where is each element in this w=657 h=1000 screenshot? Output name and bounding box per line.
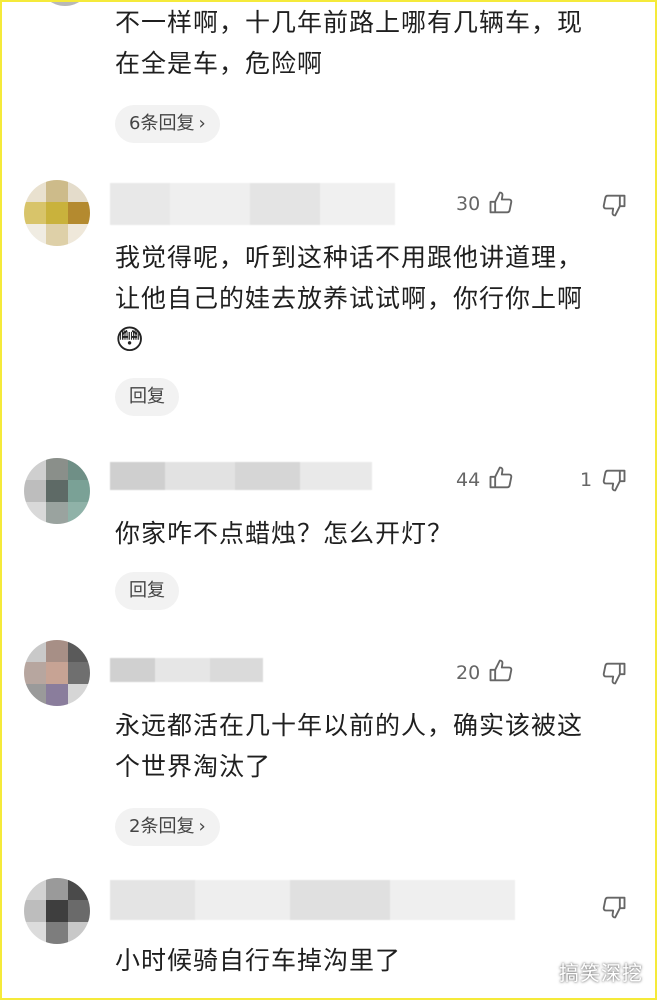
avatar[interactable] xyxy=(24,640,90,706)
replies-button[interactable]: 2条回复 › xyxy=(115,808,220,846)
watermark: 搞笑深挖 xyxy=(559,961,643,985)
thumbs-down-icon[interactable] xyxy=(600,893,628,921)
thumbs-up-icon[interactable] xyxy=(487,189,515,217)
comment-text: 你家咋不点蜡烛？怎么开灯？ xyxy=(115,519,454,548)
reply-label: 回复 xyxy=(129,386,165,407)
comment-text: 不一样啊，十几年前路上哪有几辆车，现 在全是车，危险啊 xyxy=(115,8,584,78)
chevron-right-icon: › xyxy=(198,113,206,134)
comment-text: 我觉得呢，听到这种话不用跟他讲道理， 让他自己的娃去放养试试啊，你行你上啊 xyxy=(115,243,584,313)
thumbs-up-icon[interactable] xyxy=(487,657,515,685)
username-redacted[interactable] xyxy=(110,880,515,920)
thumbs-down-icon[interactable] xyxy=(600,466,628,494)
thumbs-down-icon[interactable] xyxy=(600,191,628,219)
replies-button[interactable]: 6条回复 › xyxy=(115,105,220,143)
replies-count-label: 2条回复 xyxy=(129,816,195,837)
like-count: 30 xyxy=(456,193,481,215)
comment-text: 小时候骑自行车掉沟里了 xyxy=(115,946,402,975)
avatar[interactable] xyxy=(24,180,90,246)
like-count: 44 xyxy=(456,469,481,491)
chevron-right-icon: › xyxy=(198,816,206,837)
username-redacted[interactable] xyxy=(110,183,395,225)
reply-button[interactable]: 回复 xyxy=(115,572,179,610)
comment-text: 永远都活在几十年以前的人，确实该被这 个世界淘汰了 xyxy=(115,711,584,781)
image-border xyxy=(0,0,657,1000)
avatar[interactable] xyxy=(24,458,90,524)
dislike-count: 1 xyxy=(580,469,593,491)
replies-count-label: 6条回复 xyxy=(129,113,195,134)
username-redacted[interactable] xyxy=(110,462,372,490)
flushed-emoji-icon: 😳 xyxy=(115,323,145,356)
like-count: 20 xyxy=(456,662,481,684)
avatar[interactable] xyxy=(24,878,90,944)
username-redacted[interactable] xyxy=(110,658,263,682)
reply-button[interactable]: 回复 xyxy=(115,378,179,416)
reply-label: 回复 xyxy=(129,580,165,601)
thumbs-up-icon[interactable] xyxy=(487,464,515,492)
avatar-partial xyxy=(40,0,90,6)
thumbs-down-icon[interactable] xyxy=(600,659,628,687)
